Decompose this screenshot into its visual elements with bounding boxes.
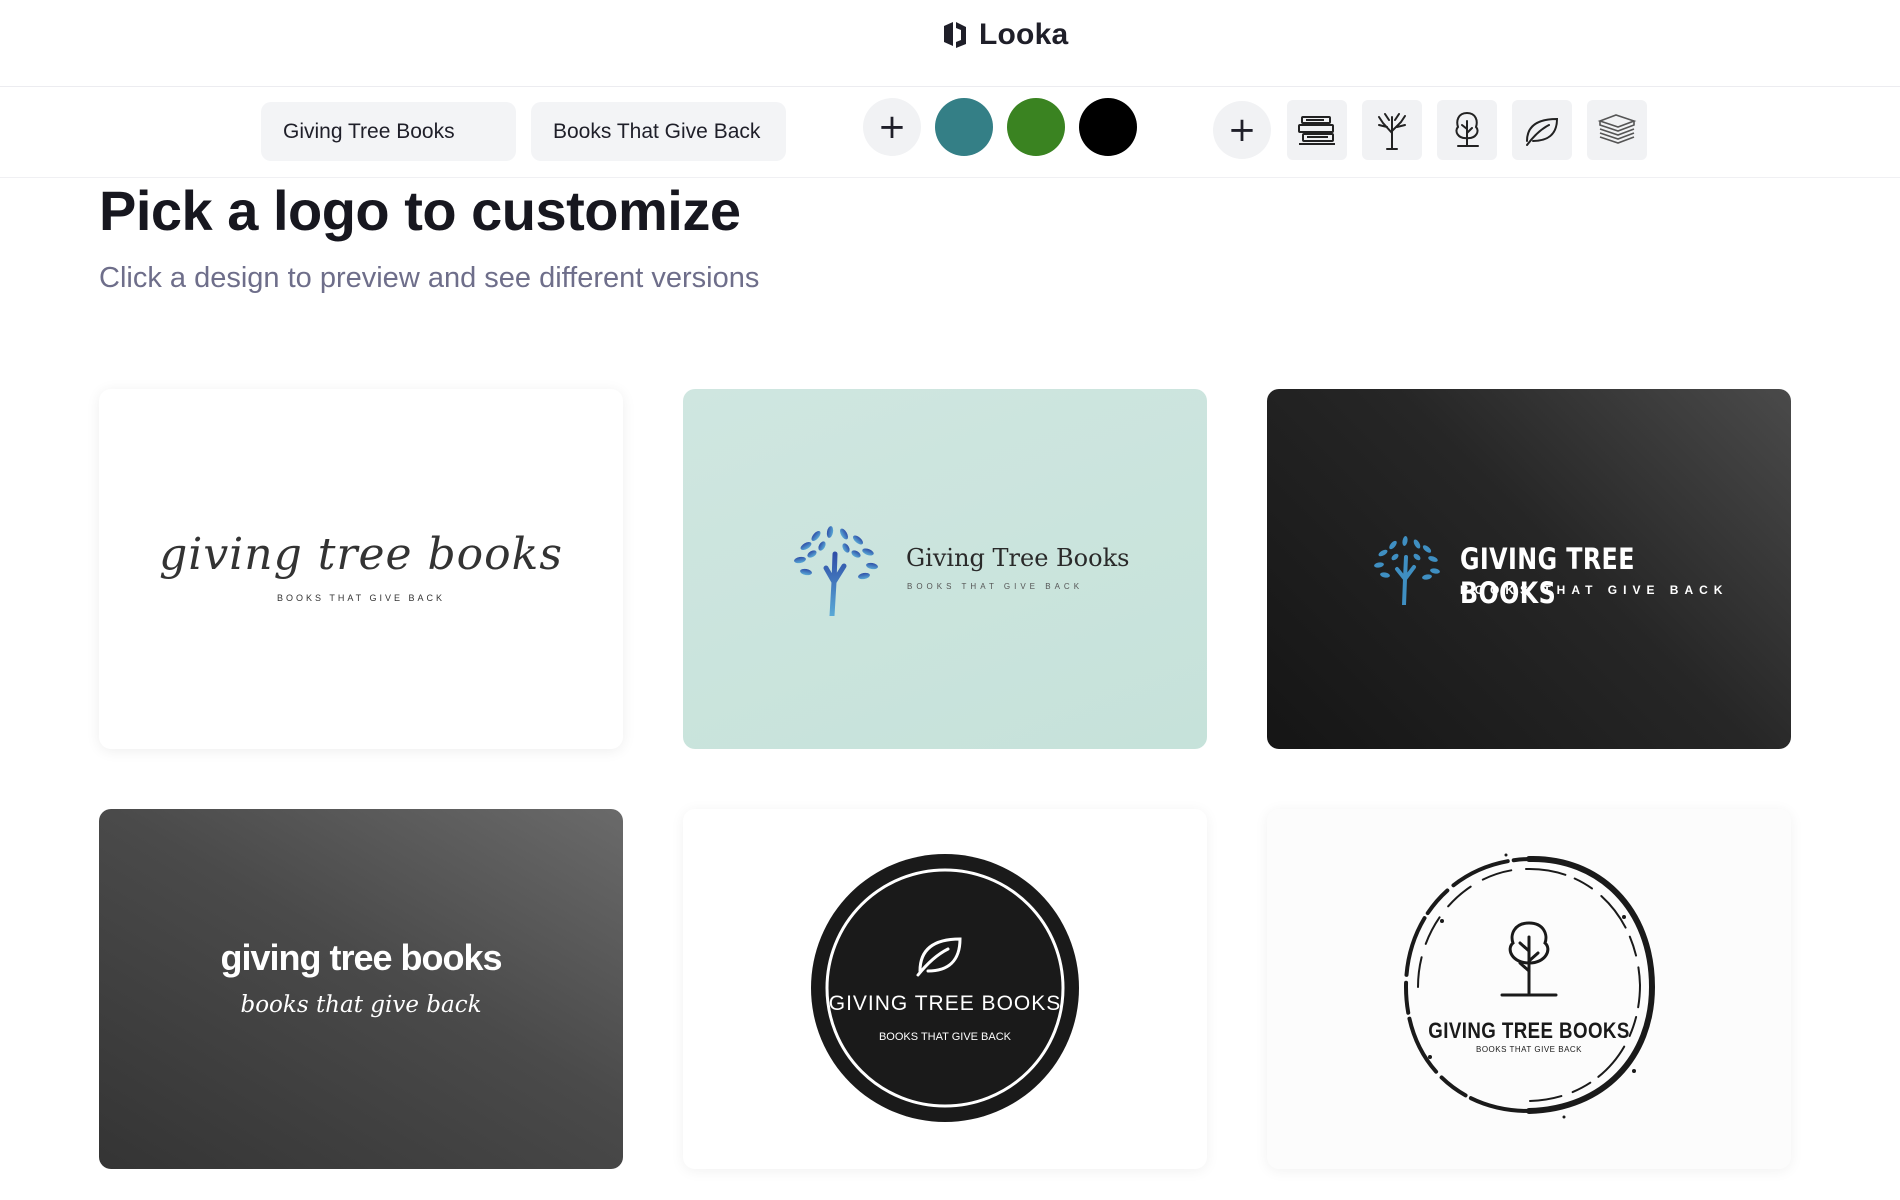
grunge-circle-badge-icon [1403, 853, 1656, 1119]
symbol-tile-tree[interactable] [1362, 100, 1422, 160]
slogan-input[interactable] [531, 102, 786, 161]
brand-logo[interactable]: Looka [940, 18, 1069, 51]
logo-tagline: BOOKS THAT GIVE BACK [276, 593, 446, 603]
logo-name: Giving Tree Books [906, 544, 1130, 572]
brand-name: Looka [979, 18, 1069, 51]
circle-badge-icon [811, 854, 1079, 1122]
symbol-tile-outline-tree[interactable] [1437, 100, 1497, 160]
outline-tree-icon [1455, 111, 1479, 147]
symbol-tile-leaf[interactable] [1512, 100, 1572, 160]
logo-tagline: books that give back [240, 992, 482, 1018]
add-color-button[interactable]: + [863, 98, 921, 156]
logo-name: GIVING TREE BOOKS [828, 992, 1062, 1015]
logo-card-3[interactable]: GIVING TREE BOOKS BOOKS THAT GIVE BACK [1267, 389, 1791, 749]
logo-card-1[interactable]: giving tree books BOOKS THAT GIVE BACK [99, 389, 623, 749]
logo-tagline: BOOKS THAT GIVE BACK [1475, 1045, 1583, 1054]
plus-icon: + [1227, 110, 1257, 150]
logo-tagline: BOOKS THAT GIVE BACK [1460, 583, 1729, 597]
add-symbol-button[interactable]: + [1213, 101, 1271, 159]
tree-icon [1500, 921, 1558, 997]
symbol-tile-stacked-books[interactable] [1287, 100, 1347, 160]
logo-card-6[interactable]: GIVING TREE BOOKS BOOKS THAT GIVE BACK [1267, 809, 1791, 1169]
blue-tree-icon [1374, 536, 1440, 605]
looka-logo-icon [944, 22, 966, 48]
logo-tagline: BOOKS THAT GIVE BACK [907, 582, 1084, 591]
logo-name: giving tree books [220, 937, 502, 978]
leaf-icon [1526, 117, 1559, 146]
company-name-input[interactable] [261, 102, 516, 161]
page-title: Pick a logo to customize [99, 179, 741, 242]
logo-toolbar: + + [0, 88, 1900, 178]
blue-tree-icon [794, 526, 878, 616]
color-swatch-green[interactable] [1007, 98, 1065, 156]
logo-card-5[interactable]: GIVING TREE BOOKS BOOKS THAT GIVE BACK [683, 809, 1207, 1169]
logo-name: GIVING TREE BOOKS [1428, 1018, 1630, 1043]
logo-card-2[interactable]: Giving Tree Books BOOKS THAT GIVE BACK [683, 389, 1207, 749]
symbol-tile-book-stack[interactable] [1587, 100, 1647, 160]
book-stack-icon [1597, 114, 1637, 144]
app-header: Looka [0, 0, 1900, 87]
logo-tagline: BOOKS THAT GIVE BACK [878, 1031, 1012, 1043]
color-swatch-black[interactable] [1079, 98, 1137, 156]
logo-name: giving tree books [159, 529, 563, 580]
stacked-books-icon [1298, 116, 1335, 145]
plus-icon: + [877, 107, 907, 147]
logo-card-4[interactable]: giving tree books books that give back [99, 809, 623, 1169]
color-swatch-teal[interactable] [935, 98, 993, 156]
tree-icon [1378, 113, 1406, 150]
logo-name: GIVING TREE BOOKS [1460, 542, 1635, 610]
page-subtitle: Click a design to preview and see differ… [99, 262, 760, 294]
